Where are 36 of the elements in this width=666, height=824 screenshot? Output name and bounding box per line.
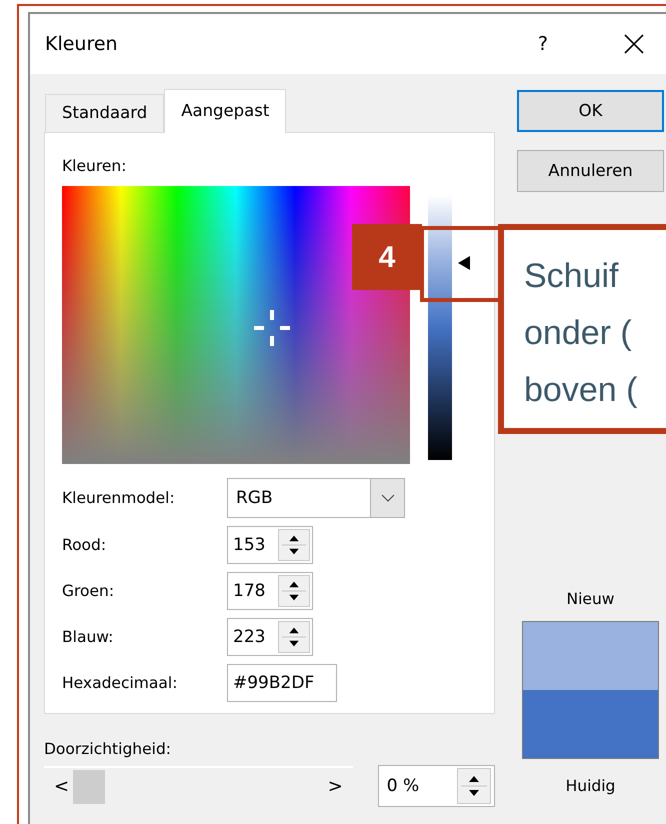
spin-buttons[interactable] [278,529,310,562]
field-label: Kleurenmodel: [62,488,176,509]
crosshair-icon [252,308,292,348]
transparency-label: Doorzichtigheid: [44,739,172,760]
spin-buttons[interactable] [457,768,491,804]
tab[interactable]: Aangepast [164,89,286,133]
callout-text: boven ( [524,370,638,411]
field-label: Hexadecimaal: [62,672,178,694]
percent-spin-field[interactable]: 0 % [378,765,495,808]
color-spectrum-field[interactable] [62,186,410,464]
color-model-dropdown[interactable]: RGB [227,478,405,518]
callout-text: onder ( [524,313,632,354]
scroll-right-button[interactable]: > [324,778,347,796]
spin-field[interactable]: 178 [227,572,313,610]
tab[interactable]: Standaard [45,94,164,132]
hex-input-field[interactable]: #99B2DF [227,664,337,702]
field-label: Groen: [62,580,116,602]
current-color-label: Huidig [564,776,616,798]
slider-thumb-icon[interactable] [458,256,470,270]
new-color-label: Nieuw [566,589,616,610]
ok-button[interactable]: OK [517,90,664,132]
help-button[interactable]: ? [532,30,554,58]
spin-buttons[interactable] [278,621,310,654]
spin-buttons[interactable] [278,575,310,608]
scroll-left-button[interactable]: < [50,778,74,796]
window-title: Kleuren [45,32,118,57]
field-label: Blauw: [62,626,114,648]
field-label: Rood: [62,534,108,556]
cancel-button[interactable]: Annuleren [517,150,664,192]
callout-text: Schuif [524,256,618,297]
spin-field[interactable]: 153 [227,526,313,564]
transparency-slider[interactable]: < > [44,766,353,806]
step-number-badge: 4 [352,224,422,290]
slider-thumb[interactable] [73,770,106,804]
colors-label: Kleuren: [62,156,126,177]
spin-field[interactable]: 223 [227,618,313,656]
